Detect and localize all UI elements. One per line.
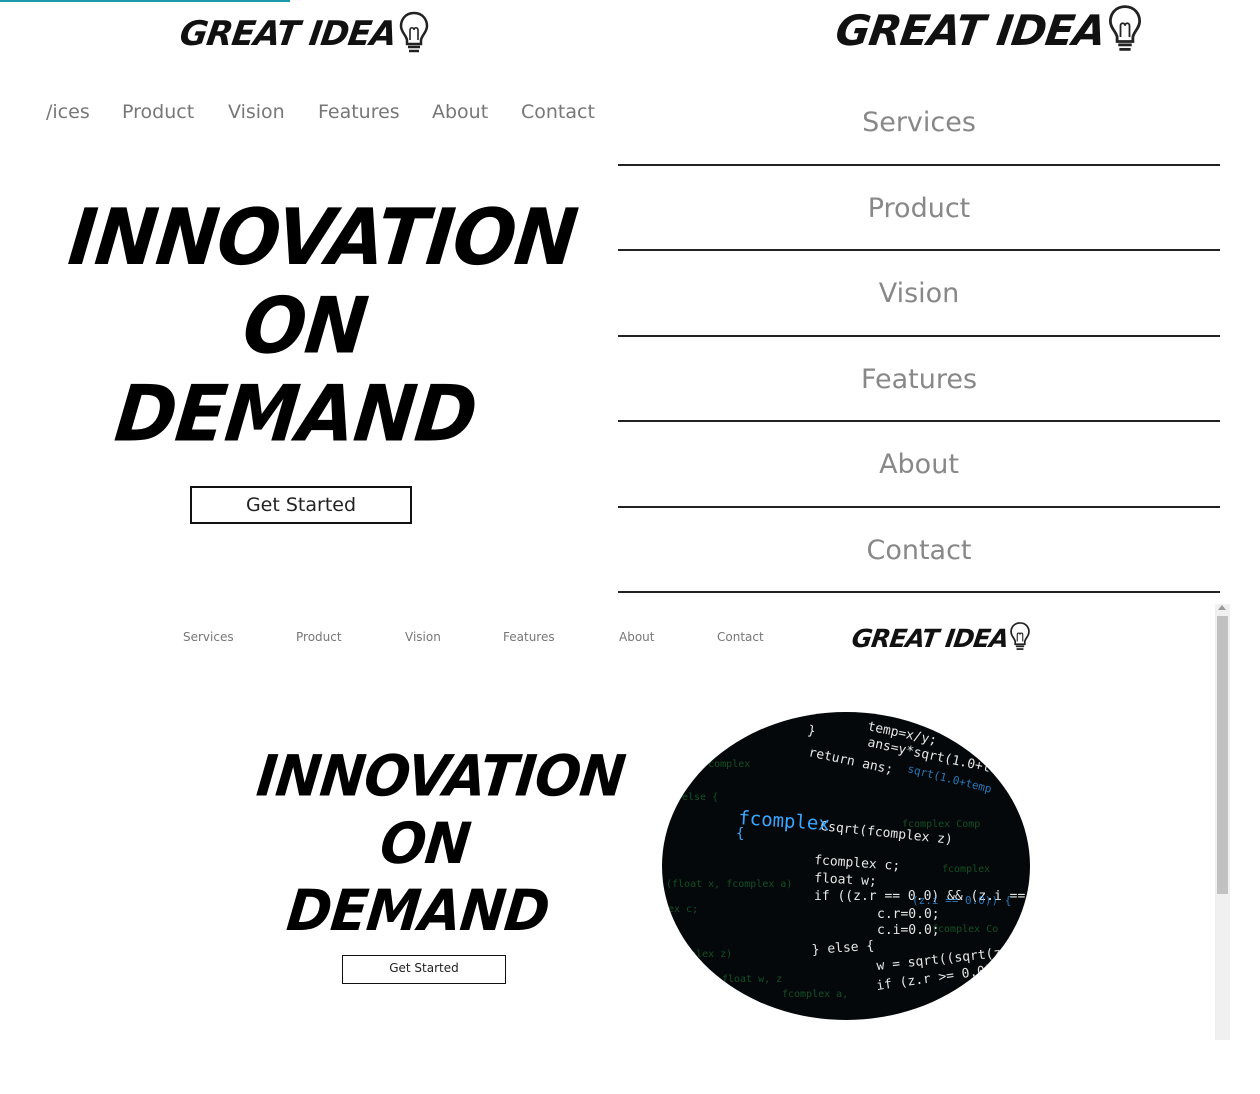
- hero-line-2: ON: [238, 280, 372, 372]
- get-started-button[interactable]: Get Started: [342, 955, 506, 984]
- nav-link-product[interactable]: Product: [296, 630, 342, 644]
- svg-text:{: {: [736, 826, 744, 842]
- mobile-nav-product[interactable]: Product: [618, 166, 1220, 251]
- lightbulb-icon: [1107, 2, 1143, 59]
- lightbulb-icon: [1009, 620, 1031, 657]
- get-started-button[interactable]: Get Started: [190, 486, 412, 524]
- code-line: c.i=0.0;: [877, 923, 940, 938]
- code-line: }: [806, 723, 817, 739]
- code-line: } else {: [811, 939, 875, 958]
- scroll-up-arrow-icon[interactable]: [1218, 605, 1226, 610]
- brand-logo[interactable]: GREAT IDEA: [849, 620, 1031, 657]
- mobile-nav-vision[interactable]: Vision: [618, 251, 1220, 337]
- nav-link-vision[interactable]: Vision: [405, 630, 441, 644]
- nav-link-about[interactable]: About: [619, 630, 654, 644]
- code-line: float w;: [814, 871, 877, 889]
- hero-line-3: DEMAND: [283, 877, 553, 944]
- brand-name: GREAT IDEA: [832, 5, 1109, 55]
- nav-link-services[interactable]: Services: [183, 630, 234, 644]
- code-line: c.r=0.0;: [877, 907, 940, 922]
- mobile-nav-features[interactable]: Features: [618, 337, 1220, 422]
- nav-link-about[interactable]: About: [432, 101, 488, 123]
- svg-text:fcomplex Co: fcomplex Co: [932, 924, 998, 935]
- lightbulb-icon: [398, 10, 430, 59]
- svg-text:ex c;: ex c;: [668, 904, 698, 915]
- hero-headline: INNOVATION ON DEMAND: [46, 192, 581, 460]
- svg-text:sqrt(fcomplex: sqrt(fcomplex: [672, 759, 750, 770]
- hero-line-2: ON: [377, 810, 474, 877]
- panel-desktop-view: Services Product Vision Features About C…: [0, 600, 1260, 1094]
- nav-link-product[interactable]: Product: [122, 101, 194, 123]
- svg-text:fcomplex a,: fcomplex a,: [782, 989, 848, 1000]
- svg-text:fcomplex: fcomplex: [942, 864, 990, 875]
- hero-headline: INNOVATION ON DEMAND: [239, 743, 628, 945]
- panel-tablet-view: GREAT IDEA /ices Product Vision Features…: [0, 0, 612, 600]
- mobile-nav-contact[interactable]: Contact: [618, 508, 1220, 593]
- hero-line-1: INNOVATION: [64, 192, 581, 283]
- svg-text:complex z): complex z): [672, 949, 732, 960]
- nav-link-contact[interactable]: Contact: [717, 630, 764, 644]
- nav-link-services-cropped[interactable]: /ices: [46, 101, 90, 123]
- brand-logo[interactable]: GREAT IDEA: [177, 10, 430, 59]
- scrollbar-thumb[interactable]: [1217, 616, 1228, 894]
- nav-link-contact[interactable]: Contact: [521, 101, 595, 123]
- svg-text:else {: else {: [682, 792, 718, 803]
- hero-line-3: DEMAND: [110, 369, 481, 460]
- code-image: sqrt(fcomplex else { (float x, fcomplex …: [662, 712, 1030, 1020]
- nav-link-vision[interactable]: Vision: [228, 101, 285, 123]
- svg-text:float w, z: float w, z: [722, 974, 782, 985]
- brand-name: GREAT IDEA: [849, 623, 1011, 653]
- mobile-nav-about[interactable]: About: [618, 422, 1220, 508]
- brand-logo[interactable]: GREAT IDEA: [832, 2, 1143, 59]
- svg-text:fcomplex: fcomplex: [738, 807, 831, 835]
- svg-text:(z.i == 0.0)) {: (z.i == 0.0)) {: [912, 894, 1011, 907]
- mobile-nav-services[interactable]: Services: [618, 80, 1220, 166]
- nav-link-features[interactable]: Features: [318, 101, 400, 123]
- nav-link-features[interactable]: Features: [503, 630, 555, 644]
- svg-text:(float x, fcomplex a): (float x, fcomplex a): [666, 879, 792, 890]
- hero-line-1: INNOVATION: [253, 743, 628, 810]
- brand-name: GREAT IDEA: [177, 14, 399, 54]
